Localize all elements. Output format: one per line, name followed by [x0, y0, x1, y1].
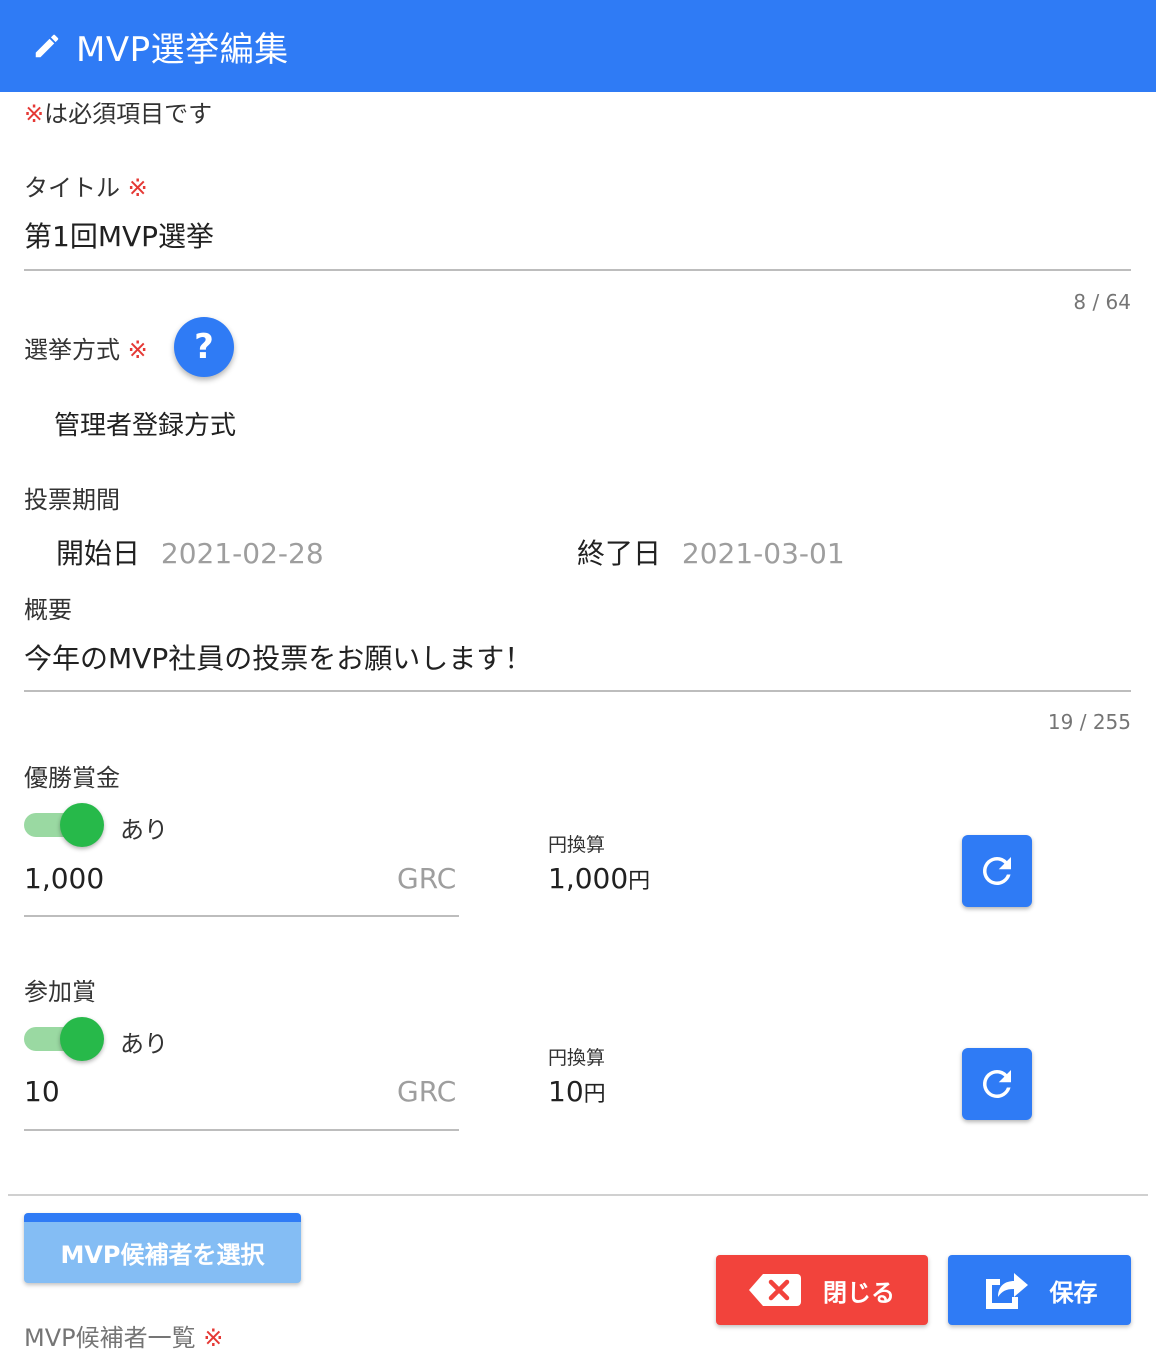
required-mark: ※ — [24, 100, 45, 128]
winner-prize-yen-label: 円換算 — [548, 834, 606, 856]
candidates-list-label-text: MVP候補者一覧 — [24, 1324, 196, 1352]
participation-prize-yen-label: 円換算 — [548, 1047, 606, 1069]
participation-prize-yen-unit: 円 — [583, 1082, 606, 1107]
page-title: MVP選挙編集 — [76, 29, 289, 70]
refresh-icon — [982, 857, 1011, 885]
winner-prize-label: 優勝賞金 — [24, 764, 120, 792]
pencil-icon — [30, 29, 64, 63]
close-label: 閉じる — [823, 1278, 895, 1307]
winner-prize-yen-amount: 1,000円 — [548, 862, 650, 895]
help-button[interactable]: ? — [174, 317, 234, 377]
participation-prize-unit: GRC — [397, 1075, 457, 1108]
title-input[interactable]: 第1回MVP選挙 — [24, 215, 214, 255]
summary-underline — [24, 690, 1131, 692]
share-export-icon — [982, 1269, 1028, 1311]
winner-prize-toggle-label: あり — [120, 816, 168, 844]
winner-prize-refresh-button[interactable] — [962, 835, 1032, 907]
start-date-label: 開始日 — [56, 537, 141, 570]
participation-prize-toggle-label: あり — [120, 1030, 168, 1058]
end-date-label: 終了日 — [577, 537, 662, 570]
toggle-knob — [60, 1017, 104, 1061]
required-note: ※は必須項目です — [24, 94, 212, 129]
participation-prize-yen-amount: 10円 — [548, 1075, 606, 1108]
section-divider — [8, 1194, 1148, 1196]
title-counter: 8 / 64 — [1073, 290, 1131, 314]
participation-prize-amount-input[interactable]: 10 — [24, 1075, 60, 1108]
backspace-close-icon — [749, 1274, 801, 1306]
participation-prize-toggle[interactable] — [24, 1017, 104, 1061]
save-button[interactable]: 保存 — [948, 1255, 1131, 1325]
participation-prize-refresh-button[interactable] — [962, 1048, 1032, 1120]
required-mark: ※ — [127, 174, 148, 202]
candidates-list-label: MVP候補者一覧 ※ — [24, 1318, 223, 1352]
winner-prize-yen-unit: 円 — [628, 869, 651, 894]
toggle-knob — [60, 803, 104, 847]
end-date-field[interactable]: 終了日 2021-03-01 — [577, 532, 845, 572]
summary-counter: 19 / 255 — [1047, 710, 1131, 734]
start-date-value[interactable]: 2021-02-28 — [161, 537, 324, 570]
save-label: 保存 — [1049, 1278, 1098, 1307]
select-candidates-button[interactable]: MVP候補者を選択 — [24, 1213, 301, 1283]
winner-prize-amount-input[interactable]: 1,000 — [24, 862, 104, 895]
winner-prize-unit: GRC — [397, 862, 457, 895]
title-underline — [24, 269, 1131, 271]
election-method-label: 選挙方式 ※ — [24, 330, 148, 365]
election-method-label-text: 選挙方式 — [24, 336, 120, 364]
participation-prize-underline — [24, 1129, 459, 1131]
refresh-icon — [982, 1070, 1011, 1098]
end-date-value[interactable]: 2021-03-01 — [682, 537, 845, 570]
required-mark: ※ — [203, 1324, 224, 1352]
summary-label: 概要 — [24, 596, 72, 624]
participation-prize-yen-value: 10 — [548, 1075, 584, 1108]
participation-prize-label: 参加賞 — [24, 978, 96, 1006]
winner-prize-underline — [24, 915, 459, 917]
winner-prize-toggle[interactable] — [24, 803, 104, 847]
winner-prize-yen-value: 1,000 — [548, 862, 629, 895]
summary-input[interactable]: 今年のMVP社員の投票をお願いします！ — [24, 637, 532, 677]
required-note-text: は必須項目です — [44, 100, 213, 128]
app-header: MVP選挙編集 — [0, 0, 1156, 92]
close-button[interactable]: 閉じる — [716, 1255, 928, 1325]
start-date-field[interactable]: 開始日 2021-02-28 — [56, 532, 324, 572]
title-label: タイトル ※ — [24, 168, 148, 203]
title-label-text: タイトル — [24, 174, 120, 202]
voting-period-label: 投票期間 — [24, 486, 120, 514]
required-mark: ※ — [127, 336, 148, 364]
election-method-value: 管理者登録方式 — [54, 411, 237, 441]
